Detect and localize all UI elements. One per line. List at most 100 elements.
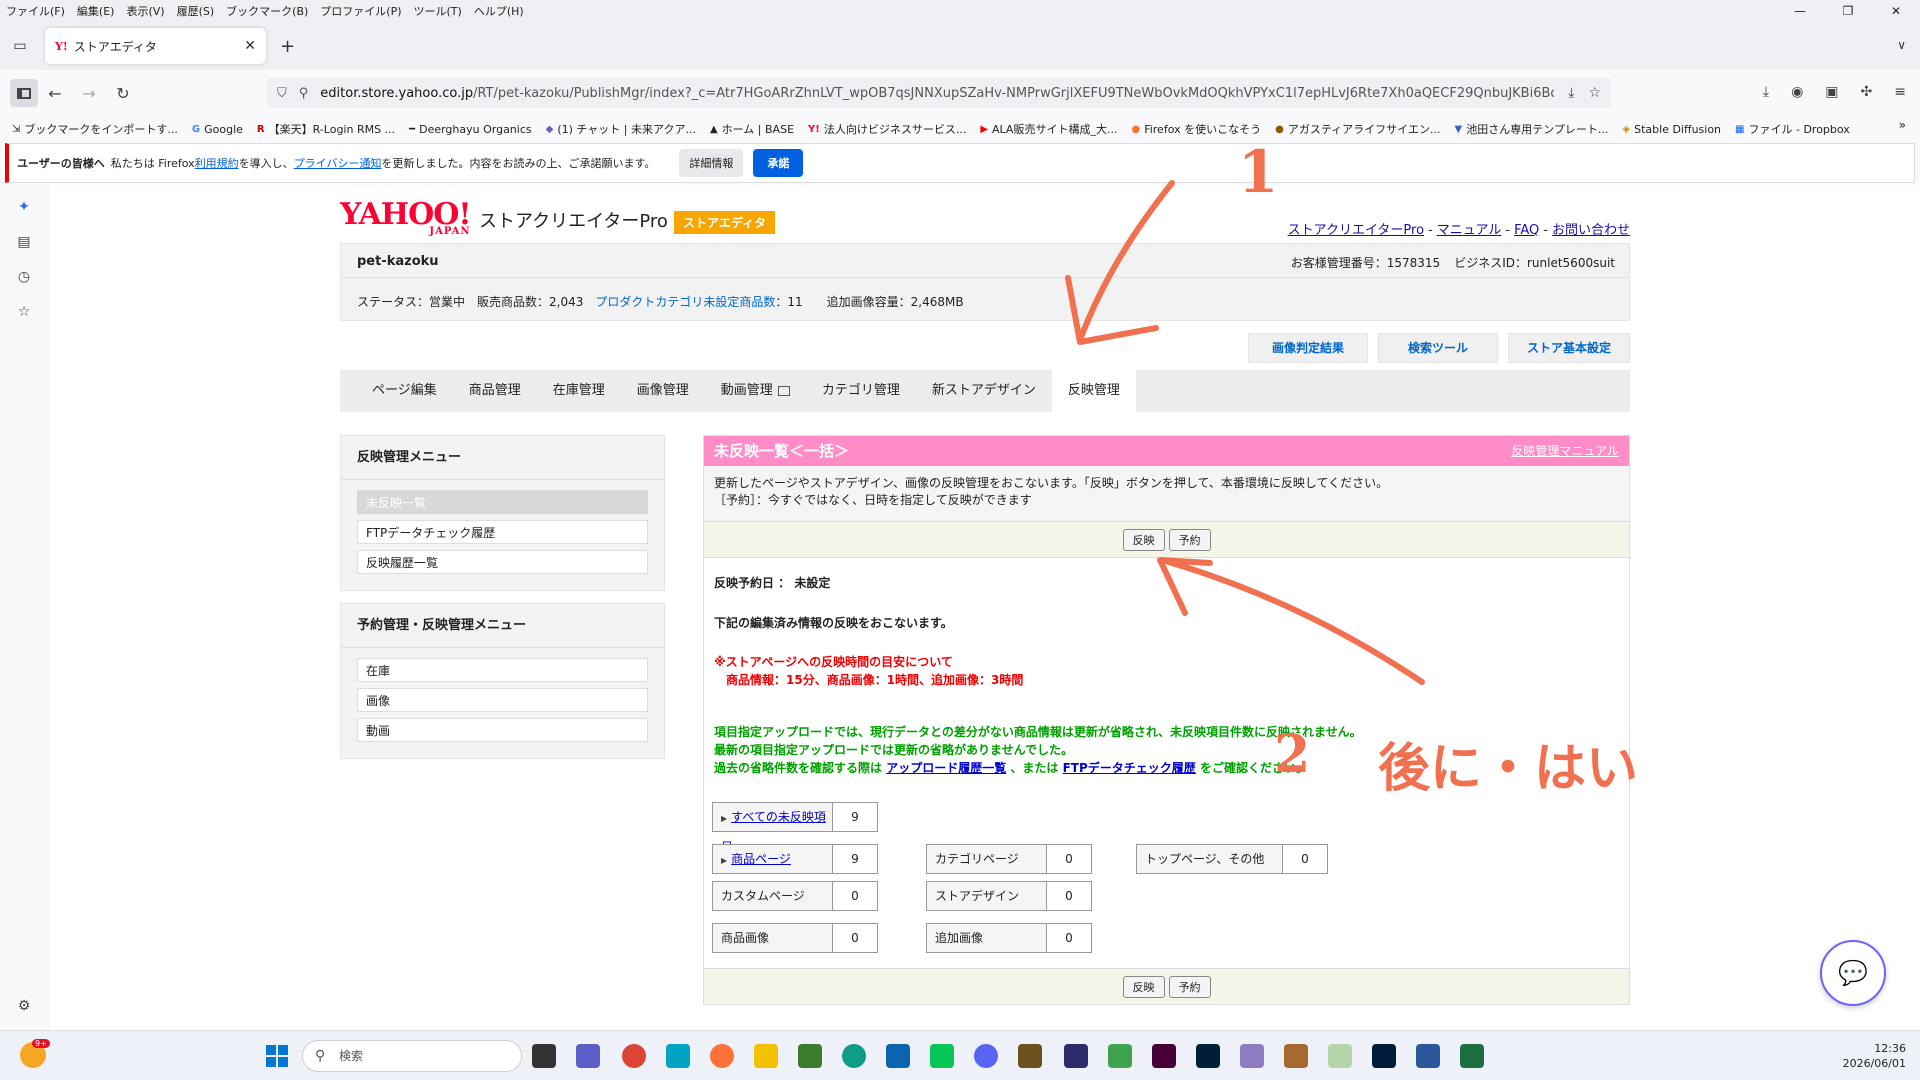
new-tab-button[interactable]: + <box>280 36 295 57</box>
app-icon[interactable] <box>1284 1044 1308 1068</box>
account-icon[interactable]: ◉ <box>1791 84 1803 100</box>
menu-edit[interactable]: 編集(E) <box>77 3 115 19</box>
tab-overview-icon[interactable]: ▭ <box>0 38 40 54</box>
discord-app-icon[interactable] <box>974 1044 998 1068</box>
chrome-app-icon[interactable] <box>622 1044 646 1068</box>
list-tabs-chevron-icon[interactable]: ∨ <box>1897 38 1906 52</box>
bookmark-item[interactable]: ● Firefox を使いこなそう <box>1131 121 1261 137</box>
bookmark-item[interactable]: ◆ (1) チャット | 未来アクア... <box>546 121 696 137</box>
gear-icon[interactable]: ⚙ <box>14 998 34 1018</box>
dreamweaver-app-icon[interactable] <box>1152 1044 1176 1068</box>
terms-link[interactable]: 利用規約 <box>195 155 239 171</box>
ai-sparkle-icon[interactable]: ✦ <box>14 199 34 219</box>
menu-tools[interactable]: ツール(T) <box>414 3 462 19</box>
tab-store-editor[interactable]: Y! ストアエディタ ✕ <box>45 28 266 64</box>
tab-image-management[interactable]: 画像管理 <box>621 370 705 412</box>
firefox-app-icon[interactable] <box>710 1044 734 1068</box>
bookmark-item[interactable]: ▲ ホーム | BASE <box>710 121 794 137</box>
yahoo-japan-logo[interactable]: YAHOO! JAPAN <box>340 197 472 237</box>
publish-button-bottom[interactable]: 反映 <box>1122 975 1165 998</box>
menu-help[interactable]: ヘルプ(H) <box>474 3 524 19</box>
close-window-button[interactable]: ✕ <box>1872 0 1920 22</box>
system-tray[interactable]: 12:36 2026/06/01 <box>1843 1041 1906 1071</box>
bookmark-item[interactable]: G Google <box>192 123 243 136</box>
tab-video-management[interactable]: 動画管理 <box>705 370 806 412</box>
search-tool-button[interactable]: 検索ツール <box>1378 333 1498 363</box>
notepad-app-icon[interactable] <box>1416 1044 1440 1068</box>
app-icon[interactable] <box>1240 1044 1264 1068</box>
app-icon[interactable] <box>798 1044 822 1068</box>
product-page-link[interactable]: 商品ページ <box>731 852 791 866</box>
menu-ftp-history[interactable]: FTPデータチェック履歴 <box>357 520 648 544</box>
bookmark-item[interactable]: R 【楽天】R-Login RMS ... <box>257 121 395 137</box>
back-button[interactable]: ← <box>38 84 72 103</box>
image-judgment-button[interactable]: 画像判定結果 <box>1248 333 1368 363</box>
privacy-link[interactable]: プライバシー通知 <box>294 155 382 171</box>
bookmark-item[interactable]: ▼ 池田さん専用テンプレート... <box>1455 121 1609 137</box>
file-explorer-icon[interactable] <box>754 1044 778 1068</box>
chat-support-button[interactable]: 💬 <box>1820 940 1886 1006</box>
windows-start-icon[interactable] <box>266 1045 288 1067</box>
bookmark-item[interactable]: ◈ Stable Diffusion <box>1622 123 1721 136</box>
publish-manual-link[interactable]: 反映管理マニュアル <box>1511 436 1619 466</box>
app-icon[interactable] <box>1328 1044 1352 1068</box>
extension-icon[interactable]: ▣ <box>1825 84 1838 100</box>
menu-file[interactable]: ファイル(F) <box>6 3 65 19</box>
link-manual[interactable]: マニュアル <box>1437 223 1502 238</box>
app-icon[interactable] <box>1108 1044 1132 1068</box>
bookmark-item[interactable]: ▦ ファイル - Dropbox <box>1735 121 1850 137</box>
shield-icon[interactable]: ⛉ <box>277 86 287 101</box>
link-faq[interactable]: FAQ <box>1514 223 1539 238</box>
history-icon[interactable]: ◷ <box>14 269 34 289</box>
page-permissions-icon[interactable]: ⚲ <box>299 86 309 101</box>
publish-button[interactable]: 反映 <box>1122 528 1165 551</box>
tab-page-edit[interactable]: ページ編集 <box>356 370 453 412</box>
save-page-icon[interactable]: ⤓ <box>1568 85 1574 101</box>
tab-category-management[interactable]: カテゴリ管理 <box>806 370 916 412</box>
accept-button[interactable]: 承諾 <box>753 149 804 177</box>
bookmark-item[interactable]: ▶ ALA販売サイト構成_大... <box>980 121 1117 137</box>
store-settings-button[interactable]: ストア基本設定 <box>1508 333 1630 363</box>
line-app-icon[interactable] <box>930 1044 954 1068</box>
app-menu-icon[interactable]: ≡ <box>1894 84 1906 100</box>
bookmark-item[interactable]: ⇲ ブックマークをインポートす... <box>12 121 178 137</box>
excel-app-icon[interactable] <box>1460 1044 1484 1068</box>
menu-bookmarks[interactable]: ブックマーク(B) <box>226 3 308 19</box>
tab-new-store-design[interactable]: 新ストアデザイン <box>916 370 1052 412</box>
edge-app-icon[interactable] <box>842 1044 866 1068</box>
sidebar-toggle-button[interactable] <box>10 79 38 107</box>
maximize-button[interactable]: ❐ <box>1824 0 1872 22</box>
reserve-button[interactable]: 予約 <box>1168 528 1211 551</box>
bookmarks-overflow-icon[interactable]: » <box>1899 118 1906 132</box>
tab-inventory[interactable]: 在庫管理 <box>537 370 621 412</box>
menu-history[interactable]: 履歴(S) <box>177 3 215 19</box>
teams-app-icon[interactable] <box>576 1044 600 1068</box>
downloads-icon[interactable]: ⤓ <box>1763 84 1769 100</box>
menu-stock[interactable]: 在庫 <box>357 658 648 682</box>
ftp-check-history-link[interactable]: FTPデータチェック履歴 <box>1063 761 1196 775</box>
minimize-button[interactable]: — <box>1776 0 1824 22</box>
url-text[interactable]: editor.store.yahoo.co.jp/RT/pet-kazoku/P… <box>320 86 1554 101</box>
link-store-creator-pro[interactable]: ストアクリエイターPro <box>1288 223 1424 238</box>
forward-button[interactable]: → <box>72 84 106 103</box>
photoshop-app-icon[interactable] <box>1196 1044 1220 1068</box>
link-contact[interactable]: お問い合わせ <box>1552 223 1630 238</box>
star-icon[interactable]: ☆ <box>14 304 34 324</box>
synced-tabs-icon[interactable]: ▤ <box>14 234 34 254</box>
extensions-puzzle-icon[interactable]: ✣ <box>1861 84 1873 100</box>
reserve-button-bottom[interactable]: 予約 <box>1168 975 1211 998</box>
url-bar[interactable]: ⛉ ⚲ editor.store.yahoo.co.jp/RT/pet-kazo… <box>267 78 1611 108</box>
app-icon[interactable] <box>1018 1044 1042 1068</box>
bookmark-item[interactable]: ━ Deerghayu Organics <box>409 123 532 136</box>
menu-view[interactable]: 表示(V) <box>126 3 164 19</box>
menu-images[interactable]: 画像 <box>357 688 648 712</box>
tab-product-management[interactable]: 商品管理 <box>453 370 537 412</box>
task-view-icon[interactable] <box>532 1044 556 1068</box>
tab-publish-management[interactable]: 反映管理 <box>1051 370 1136 412</box>
bookmark-star-icon[interactable]: ☆ <box>1588 85 1601 101</box>
menu-publish-history[interactable]: 反映履歴一覧 <box>357 550 648 574</box>
close-tab-icon[interactable]: ✕ <box>244 38 256 54</box>
bookmark-item[interactable]: Y! 法人向けビジネスサービス... <box>808 121 966 137</box>
bookmark-item[interactable]: ● アガスティアライフサイエン... <box>1275 121 1440 137</box>
details-button[interactable]: 詳細情報 <box>679 149 744 177</box>
